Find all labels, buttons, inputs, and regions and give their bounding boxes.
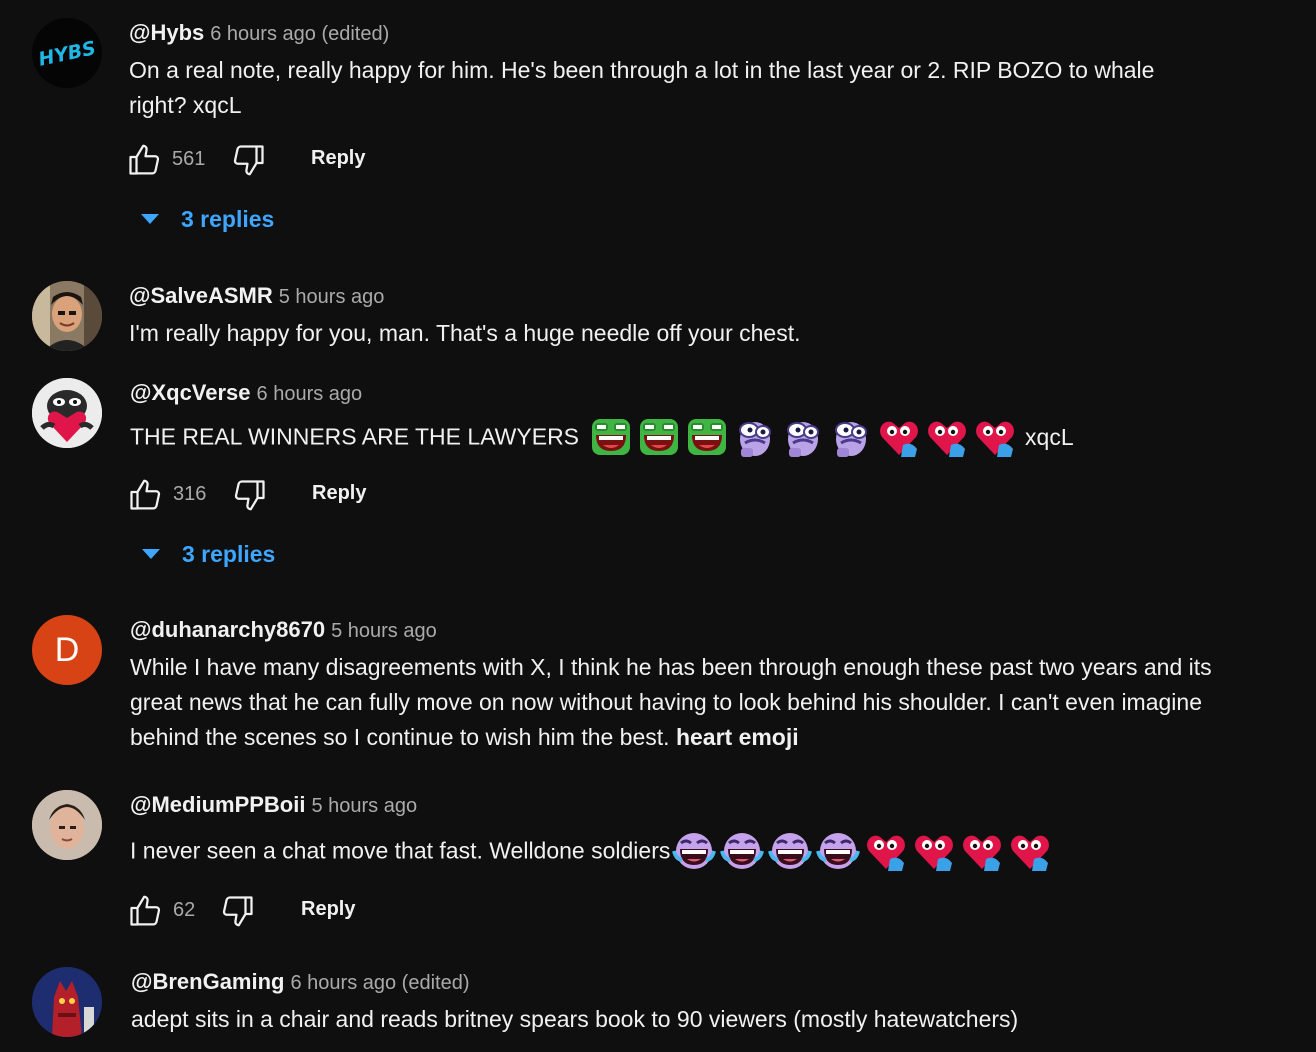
comment-actions: 62 Reply <box>130 891 1216 931</box>
like-count: 316 <box>173 483 207 505</box>
comment-time[interactable]: 5 hours ago <box>311 795 417 817</box>
purple-laugh-emote <box>816 829 860 873</box>
avatar-mediumppboii[interactable] <box>32 790 102 860</box>
purple-laugh-emote <box>768 829 812 873</box>
dislike-icon[interactable] <box>220 893 256 929</box>
comment-text: On a real note, really happy for him. He… <box>129 57 1155 118</box>
like-icon[interactable] <box>126 142 162 178</box>
comment-time[interactable]: 5 hours ago <box>279 286 385 308</box>
purple-cry-emote <box>733 415 777 459</box>
like-icon[interactable] <box>127 477 163 513</box>
replies-label: 3 replies <box>181 206 275 232</box>
comment-text: I'm really happy for you, man. That's a … <box>129 320 801 346</box>
heart-hug-emote <box>912 829 956 873</box>
reply-button[interactable]: Reply <box>311 147 365 170</box>
svg-text:HYBS: HYBS <box>37 37 98 71</box>
purple-laugh-emote <box>672 829 716 873</box>
comment-time[interactable]: 6 hours ago (edited) <box>290 972 469 994</box>
person-photo <box>32 790 102 860</box>
comment-text-row: THE REAL WINNERS ARE THE LAWYERS xqcL <box>130 415 1216 459</box>
chevron-down-icon <box>141 214 159 224</box>
reply-button[interactable]: Reply <box>301 898 355 921</box>
pepe-laugh-emote <box>589 415 633 459</box>
comment-time[interactable]: 6 hours ago (edited) <box>210 23 389 45</box>
avatar-brengaming[interactable] <box>32 967 102 1037</box>
heart-hug-emote <box>864 829 908 873</box>
comment-author[interactable]: @SalveASMR <box>129 283 273 308</box>
avatar-duhanarchy[interactable]: D <box>32 615 102 685</box>
comment-author[interactable]: @BrenGaming <box>131 969 284 994</box>
heart-hug-emote <box>877 415 921 459</box>
emote-row <box>589 415 1021 459</box>
heart-hug-emote <box>1008 829 1052 873</box>
like-count: 62 <box>173 899 196 921</box>
avatar-salveasmr[interactable] <box>32 281 102 351</box>
avatar-letter: D <box>54 630 80 669</box>
comment-text: adept sits in a chair and reads britney … <box>131 1006 1019 1032</box>
pepe-heart-avatar <box>32 378 102 448</box>
comment-text-bold: heart emoji <box>675 724 799 750</box>
comment-text-block: While I have many disagreements with X, … <box>130 650 1216 755</box>
dislike-icon[interactable] <box>231 142 267 178</box>
purple-laugh-emote <box>720 829 764 873</box>
like-icon[interactable] <box>127 893 163 929</box>
avatar-xqcverse[interactable] <box>32 378 102 448</box>
comment-text-suffix: xqcL <box>1025 423 1074 450</box>
view-replies-button[interactable]: 3 replies <box>129 199 1216 239</box>
dislike-icon[interactable] <box>232 477 268 513</box>
comment-actions: 316 Reply <box>130 475 1216 515</box>
comment-time[interactable]: 5 hours ago <box>331 620 437 642</box>
hybs-logo: HYBS <box>37 37 98 71</box>
heart-hug-emote <box>925 415 969 459</box>
purple-cry-emote <box>829 415 873 459</box>
replies-label: 3 replies <box>182 541 276 567</box>
heart-hug-emote <box>960 829 1004 873</box>
person-photo <box>32 281 102 351</box>
comment-author[interactable]: @Hybs <box>129 20 204 45</box>
comment-text: I never seen a chat move that fast. Well… <box>130 837 671 864</box>
emote-row <box>672 829 1056 873</box>
red-character-avatar <box>32 967 102 1037</box>
heart-hug-emote <box>973 415 1017 459</box>
comment-author[interactable]: @XqcVerse <box>130 380 251 405</box>
chevron-down-icon <box>142 549 160 559</box>
avatar-hybs[interactable]: HYBS <box>32 18 102 88</box>
comment-time[interactable]: 6 hours ago <box>257 383 363 405</box>
like-count: 561 <box>172 148 206 170</box>
purple-cry-emote <box>781 415 825 459</box>
view-replies-button[interactable]: 3 replies <box>130 534 1216 574</box>
comment-author[interactable]: @duhanarchy8670 <box>130 617 325 642</box>
comment-actions: 561 Reply <box>129 140 1216 180</box>
reply-button[interactable]: Reply <box>312 482 366 505</box>
comment-text-row: I never seen a chat move that fast. Well… <box>130 829 1216 873</box>
comment-text: THE REAL WINNERS ARE THE LAWYERS <box>130 423 580 450</box>
comment-author[interactable]: @MediumPPBoii <box>130 792 305 817</box>
comment-text: While I have many disagreements with X, … <box>130 654 1212 750</box>
pepe-laugh-emote <box>685 415 729 459</box>
pepe-laugh-emote <box>637 415 681 459</box>
